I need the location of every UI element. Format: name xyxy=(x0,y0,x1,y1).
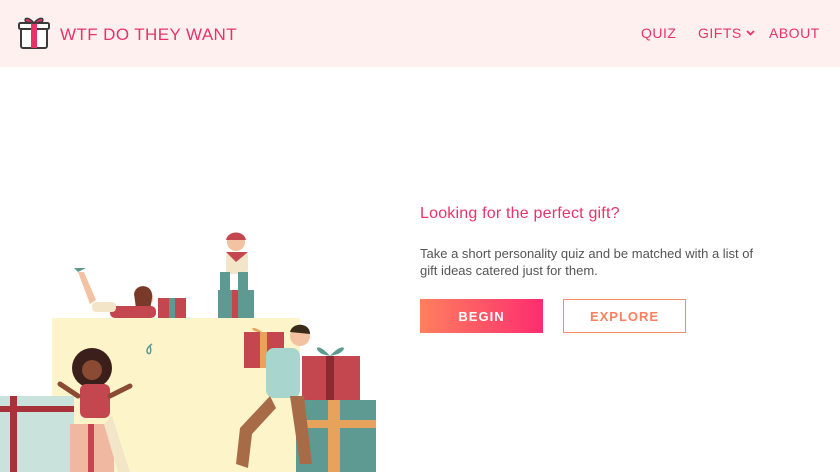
chevron-down-icon xyxy=(746,30,755,36)
nav-quiz[interactable]: QUIZ xyxy=(641,25,676,41)
brand-name[interactable]: WTF DO THEY WANT xyxy=(60,25,237,45)
top-navbar: WTF DO THEY WANT QUIZ GIFTS ABOUT xyxy=(0,0,840,67)
hero-headline: Looking for the perfect gift? xyxy=(420,205,620,222)
nav-gifts[interactable]: GIFTS xyxy=(698,25,755,41)
begin-button[interactable]: BEGIN xyxy=(420,299,543,333)
people-with-gifts-illustration xyxy=(0,232,376,472)
gift-box-icon[interactable] xyxy=(18,14,50,50)
hero-description: Take a short personality quiz and be mat… xyxy=(420,246,754,278)
nav-about[interactable]: ABOUT xyxy=(769,25,820,41)
explore-button[interactable]: EXPLORE xyxy=(563,299,686,333)
nav-gifts-label: GIFTS xyxy=(698,25,742,41)
